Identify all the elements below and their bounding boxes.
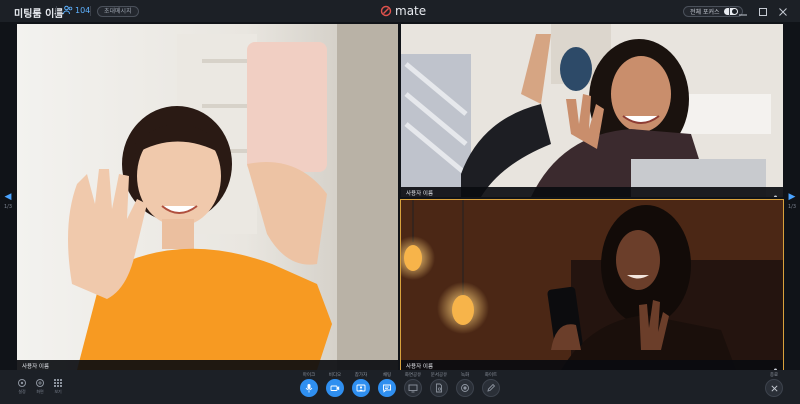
people-icon [63,5,73,15]
video-feed-laptop [401,24,783,197]
video-label: 비디오 [328,373,342,378]
document-share-button[interactable]: 문서공유 [428,372,450,397]
settings-label: 설정 [18,389,26,394]
participant-count-value: 104 [75,5,91,15]
close-icon [770,384,778,392]
mate-logo-icon [380,5,392,17]
focus-icon [36,379,44,387]
record-label: 녹화 [460,373,470,378]
brand-name: mate [395,4,427,18]
invite-message-button[interactable]: 초대메시지 [97,6,139,17]
participants-label: 참가자 [354,373,368,378]
gear-icon [18,379,26,387]
video-tile-bottom-right[interactable]: 사용자 이름 [400,199,784,371]
document-share-label: 문서공유 [430,373,448,378]
chat-button[interactable]: 채팅 [376,372,398,397]
divider [90,6,91,16]
brand-logo: mate [380,4,426,18]
mic-label: 마이크 [302,373,316,378]
document-icon [436,383,442,393]
screen-share-icon [408,384,418,393]
minimize-icon [739,14,747,16]
mic-status-icon [772,188,779,197]
title-bar: 미팅룸 이름 104 초대메시지 mate 전체 포커스 [0,0,800,22]
settings-button[interactable]: 설정 [14,378,30,395]
screen-label: 화면 [36,389,44,394]
screen-button[interactable]: 화면 [32,378,48,395]
video-tile-main[interactable]: 사용자 이름 [17,24,398,370]
record-icon [461,384,469,392]
video-feed-phone [401,200,783,370]
maximize-icon [759,8,767,16]
whiteboard-button[interactable]: 화이트 [480,372,502,397]
video-icon [330,385,340,391]
divider [729,6,730,16]
close-icon [779,8,787,16]
video-button[interactable]: 비디오 [324,372,346,397]
pen-icon [487,383,496,392]
participant-count[interactable]: 104 [63,5,90,15]
participants-icon [356,384,366,392]
mic-button[interactable]: 마이크 [298,372,320,397]
mic-icon [305,384,313,393]
video-tile-top-right[interactable]: 사용자 이름 [401,24,783,197]
record-button[interactable]: 녹화 [454,372,476,397]
prev-page-button[interactable]: ◀ 1/3 [1,192,15,210]
chat-icon [383,384,391,393]
participants-button[interactable]: 참가자 [350,372,372,397]
end-label: 종료 [769,373,779,378]
view-label: 보기 [54,389,62,394]
screen-share-button[interactable]: 화면공유 [402,372,424,397]
divider [56,6,57,16]
maximize-button[interactable] [756,4,770,18]
mic-status-icon [772,361,779,370]
close-button[interactable] [776,4,790,18]
page-indicator-left: 1/3 [3,204,13,210]
whiteboard-label: 화이트 [484,373,498,378]
view-layout-button[interactable]: 보기 [50,378,66,395]
participant-name-label: 사용자 이름 [17,360,398,370]
focus-mode-toggle[interactable]: 전체 포커스 [683,6,743,17]
chevron-right-icon: ▶ [788,192,796,202]
focus-mode-label: 전체 포커스 [690,9,720,16]
next-page-button[interactable]: ▶ 1/3 [785,192,799,210]
bottom-toolbar: 설정 화면 보기 마이크 비디오 참가자 채팅 화면공유 문서공유 녹화 화이트 [0,370,800,404]
video-stage: ◀ 1/3 ▶ 1/3 사용자 이름 사용자 이름 사용자 이름 [0,22,800,371]
end-meeting-button[interactable]: 종료 [764,372,784,397]
chevron-left-icon: ◀ [4,192,12,202]
screen-share-label: 화면공유 [404,373,422,378]
grid-icon [54,379,62,387]
page-indicator-right: 1/3 [787,204,797,210]
chat-label: 채팅 [382,373,392,378]
minimize-button[interactable] [736,4,750,18]
video-feed-selfie [17,24,398,370]
participant-name-label: 사용자 이름 [401,360,783,370]
participant-name-label: 사용자 이름 [401,187,783,197]
